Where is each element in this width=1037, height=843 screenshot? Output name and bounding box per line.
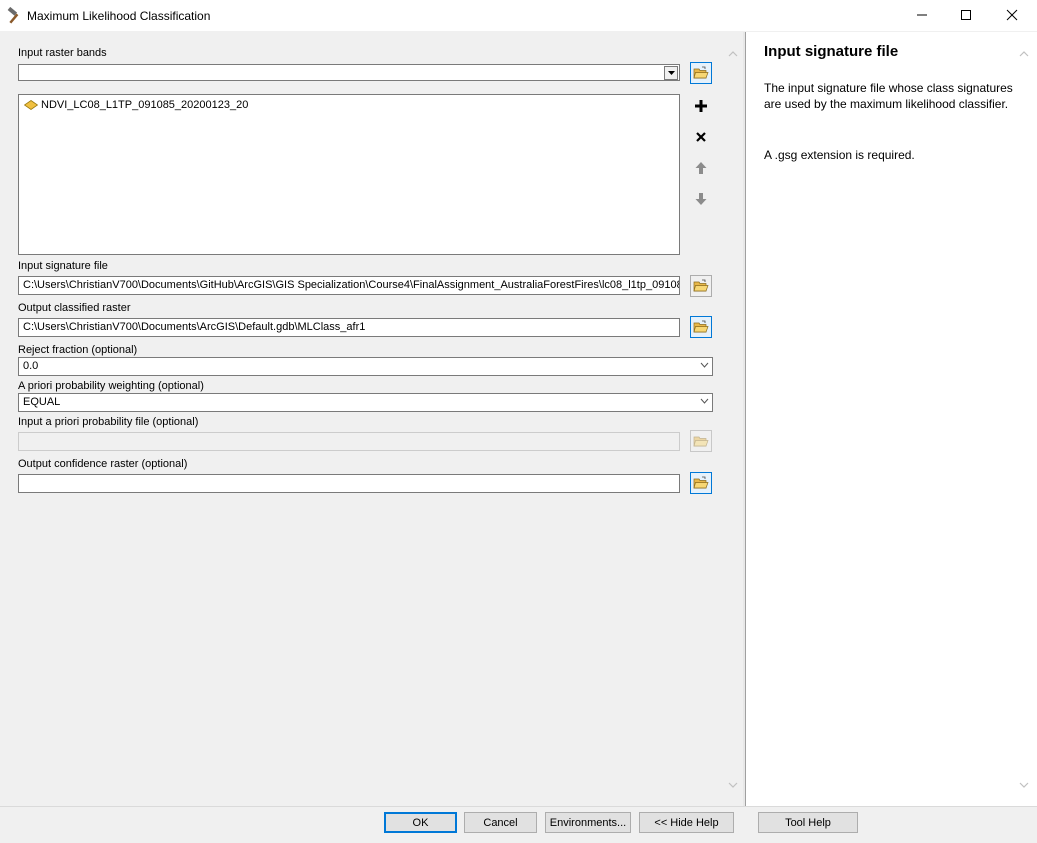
- maximize-button[interactable]: [943, 0, 989, 30]
- chevron-up-icon: [1019, 51, 1029, 57]
- output-confidence-raster-label: Output confidence raster (optional): [18, 458, 188, 470]
- open-folder-icon: [693, 66, 709, 79]
- a-priori-file-browse-button: [690, 430, 712, 452]
- move-up-button[interactable]: [690, 157, 712, 179]
- input-signature-file-field[interactable]: C:\Users\ChristianV700\Documents\GitHub\…: [18, 276, 680, 295]
- a-priori-weighting-label: A priori probability weighting (optional…: [18, 380, 204, 392]
- maximize-icon: [961, 10, 971, 20]
- environments-button[interactable]: Environments...: [545, 812, 631, 833]
- ok-button[interactable]: OK: [384, 812, 457, 833]
- raster-bands-list[interactable]: NDVI_LC08_L1TP_091085_20200123_20: [18, 94, 680, 255]
- left-scroll-up-button[interactable]: [727, 49, 739, 59]
- chevron-down-icon: [1019, 782, 1029, 788]
- hammer-icon: [5, 6, 23, 25]
- input-raster-bands-browse-button[interactable]: [690, 62, 712, 84]
- a-priori-file-label: Input a priori probability file (optiona…: [18, 416, 199, 428]
- close-icon: [1006, 9, 1018, 21]
- input-raster-bands-label: Input raster bands: [18, 47, 107, 59]
- hide-help-button[interactable]: << Hide Help: [639, 812, 734, 833]
- reject-fraction-value: 0.0: [23, 360, 39, 372]
- output-confidence-raster-browse-button[interactable]: [690, 472, 712, 494]
- arrow-up-icon: [695, 162, 707, 174]
- output-classified-raster-label: Output classified raster: [18, 302, 131, 314]
- move-down-button[interactable]: [690, 188, 712, 210]
- minimize-button[interactable]: [899, 0, 945, 30]
- cancel-button[interactable]: Cancel: [464, 812, 537, 833]
- help-scroll-up-button[interactable]: [1018, 49, 1030, 59]
- open-folder-icon: [693, 476, 709, 489]
- reject-fraction-select[interactable]: 0.0: [18, 357, 713, 376]
- title-bar: Maximum Likelihood Classification: [0, 0, 1037, 32]
- help-title: Input signature file: [764, 43, 899, 60]
- input-signature-file-browse-button[interactable]: [690, 275, 712, 297]
- output-classified-raster-browse-button[interactable]: [690, 316, 712, 338]
- help-requirement: A .gsg extension is required.: [764, 148, 915, 162]
- output-classified-raster-field[interactable]: C:\Users\ChristianV700\Documents\ArcGIS\…: [18, 318, 680, 337]
- minimize-icon: [917, 14, 927, 16]
- delete-x-icon: [696, 132, 706, 142]
- help-description: The input signature file whose class sig…: [764, 81, 1013, 111]
- chevron-down-icon: [700, 362, 709, 368]
- arrow-down-icon: [695, 193, 707, 205]
- raster-band-name: NDVI_LC08_L1TP_091085_20200123_20: [41, 99, 249, 111]
- chevron-down-icon[interactable]: [664, 66, 678, 80]
- chevron-up-icon: [728, 51, 738, 57]
- remove-band-button[interactable]: [690, 126, 712, 148]
- open-folder-icon: [693, 320, 709, 333]
- open-folder-icon: [693, 279, 709, 292]
- help-panel: Input signature file The input signature…: [745, 32, 1037, 806]
- plus-icon: [695, 100, 707, 112]
- left-scroll-down-button[interactable]: [727, 780, 739, 790]
- a-priori-weighting-value: EQUAL: [23, 396, 61, 408]
- open-folder-icon: [693, 436, 709, 447]
- raster-layer-icon: [24, 100, 38, 110]
- close-button[interactable]: [989, 0, 1035, 30]
- add-band-button[interactable]: [690, 95, 712, 117]
- tool-help-button[interactable]: Tool Help: [758, 812, 858, 833]
- help-scroll-down-button[interactable]: [1018, 780, 1030, 790]
- chevron-down-icon: [728, 782, 738, 788]
- reject-fraction-label: Reject fraction (optional): [18, 344, 138, 356]
- window-title: Maximum Likelihood Classification: [27, 9, 211, 23]
- list-item[interactable]: NDVI_LC08_L1TP_091085_20200123_20: [24, 99, 248, 111]
- a-priori-weighting-select[interactable]: EQUAL: [18, 393, 713, 412]
- chevron-down-icon: [700, 398, 709, 404]
- input-raster-bands-combo[interactable]: [18, 64, 680, 81]
- a-priori-file-field: [18, 432, 680, 451]
- input-signature-file-label: Input signature file: [18, 260, 108, 272]
- output-confidence-raster-field[interactable]: [18, 474, 680, 493]
